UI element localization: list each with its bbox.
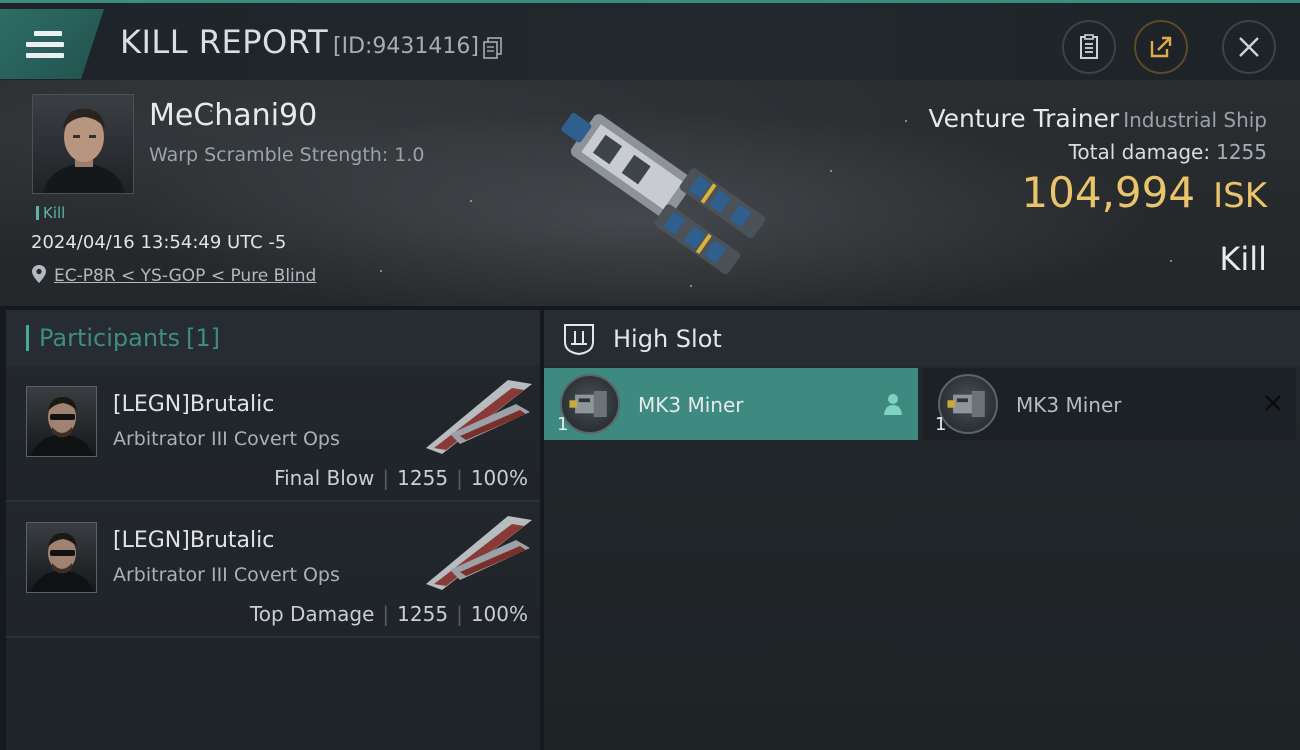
- participant-percent: 100%: [470, 466, 528, 490]
- mining-laser-icon: [560, 374, 620, 434]
- participant-percent: 100%: [470, 602, 528, 626]
- kill-tag: Kill: [36, 204, 65, 222]
- participant-name: [LEGN]Brutalic: [113, 392, 275, 417]
- close-button[interactable]: [1222, 20, 1276, 74]
- share-icon: [1150, 36, 1172, 58]
- participants-label: Participants: [39, 324, 180, 352]
- victim-panel: MeChani90 Warp Scramble Strength: 1.0 Ki…: [0, 80, 1300, 306]
- isk-value: 104,994 ISK: [1021, 168, 1267, 217]
- participant-avatar: [26, 386, 97, 457]
- mining-laser-icon: [938, 374, 998, 434]
- participant-role: Top Damage: [249, 602, 375, 626]
- module-quantity: 1: [557, 414, 569, 435]
- fitting-panel: High Slot 1 MK3 Miner 1 MK3 Miner: [544, 310, 1300, 750]
- page-title: KILL REPORT: [120, 23, 329, 61]
- pilot-user-icon: [884, 394, 902, 415]
- clipboard-button[interactable]: [1062, 20, 1116, 74]
- high-slot-label: High Slot: [613, 325, 722, 353]
- total-damage-value: 1255: [1216, 140, 1267, 164]
- close-icon: [1239, 37, 1259, 57]
- participant-ship-icon: [426, 516, 532, 590]
- participant-portrait-icon: [31, 396, 94, 456]
- module-item-dropped[interactable]: 1 MK3 Miner: [544, 368, 918, 440]
- module-quantity: 1: [935, 414, 947, 435]
- clipboard-icon: [1080, 34, 1098, 59]
- participant-stats: Final Blow | 1255 | 100%: [274, 466, 528, 490]
- participants-header: Participants [1]: [6, 310, 540, 366]
- kill-datetime: 2024/04/16 13:54:49 UTC -5: [31, 232, 287, 253]
- copy-icon[interactable]: [483, 37, 503, 59]
- participant-role: Final Blow: [274, 466, 375, 490]
- participant-name: [LEGN]Brutalic: [113, 528, 275, 553]
- victim-avatar[interactable]: [32, 94, 134, 194]
- participant-damage: 1255: [397, 466, 449, 490]
- share-button[interactable]: [1134, 20, 1188, 74]
- menu-button[interactable]: [0, 9, 104, 79]
- participant-row[interactable]: [LEGN]Brutalic Arbitrator III Covert Ops…: [6, 366, 540, 502]
- participants-count: [1]: [185, 324, 220, 352]
- kill-result: Kill: [1219, 240, 1267, 278]
- destroyed-x-icon: [1265, 395, 1281, 411]
- high-slot-header: High Slot: [544, 310, 1300, 366]
- location-pin-icon: [32, 265, 46, 283]
- ship-class: Industrial Ship: [1123, 108, 1267, 132]
- total-damage: Total damage: 1255: [1069, 140, 1267, 164]
- participant-avatar: [26, 522, 97, 593]
- menu-icon: [26, 31, 64, 59]
- total-damage-label: Total damage:: [1068, 140, 1211, 164]
- participant-ship: Arbitrator III Covert Ops: [113, 564, 340, 586]
- participant-portrait-icon: [31, 532, 94, 592]
- participant-ship-icon: [426, 380, 532, 454]
- isk-amount: 104,994: [1021, 168, 1196, 217]
- header-bar: KILL REPORT [ID:9431416]: [0, 0, 1300, 80]
- participant-stats: Top Damage | 1255 | 100%: [249, 602, 528, 626]
- module-name: MK3 Miner: [1016, 393, 1122, 417]
- warp-scramble-strength: Warp Scramble Strength: 1.0: [149, 144, 425, 166]
- participant-ship: Arbitrator III Covert Ops: [113, 428, 340, 450]
- high-slot-icon: [564, 324, 594, 356]
- victim-ship-image: [561, 113, 766, 275]
- isk-unit: ISK: [1213, 176, 1267, 216]
- participant-damage: 1255: [397, 602, 449, 626]
- kill-location-link[interactable]: EC-P8R < YS-GOP < Pure Blind: [54, 266, 316, 286]
- ship-name: Venture Trainer: [928, 104, 1120, 133]
- module-item-destroyed[interactable]: 1 MK3 Miner: [922, 368, 1296, 440]
- module-name: MK3 Miner: [638, 393, 744, 417]
- victim-pilot-name[interactable]: MeChani90: [149, 98, 317, 133]
- participant-row[interactable]: [LEGN]Brutalic Arbitrator III Covert Ops…: [6, 502, 540, 638]
- report-id: [ID:9431416]: [333, 34, 479, 59]
- pilot-portrait-icon: [43, 108, 125, 193]
- victim-ship-name[interactable]: Venture Trainer Industrial Ship: [928, 104, 1267, 133]
- participants-panel: Participants [1] [LEGN]Brutalic Arbitrat…: [6, 310, 540, 750]
